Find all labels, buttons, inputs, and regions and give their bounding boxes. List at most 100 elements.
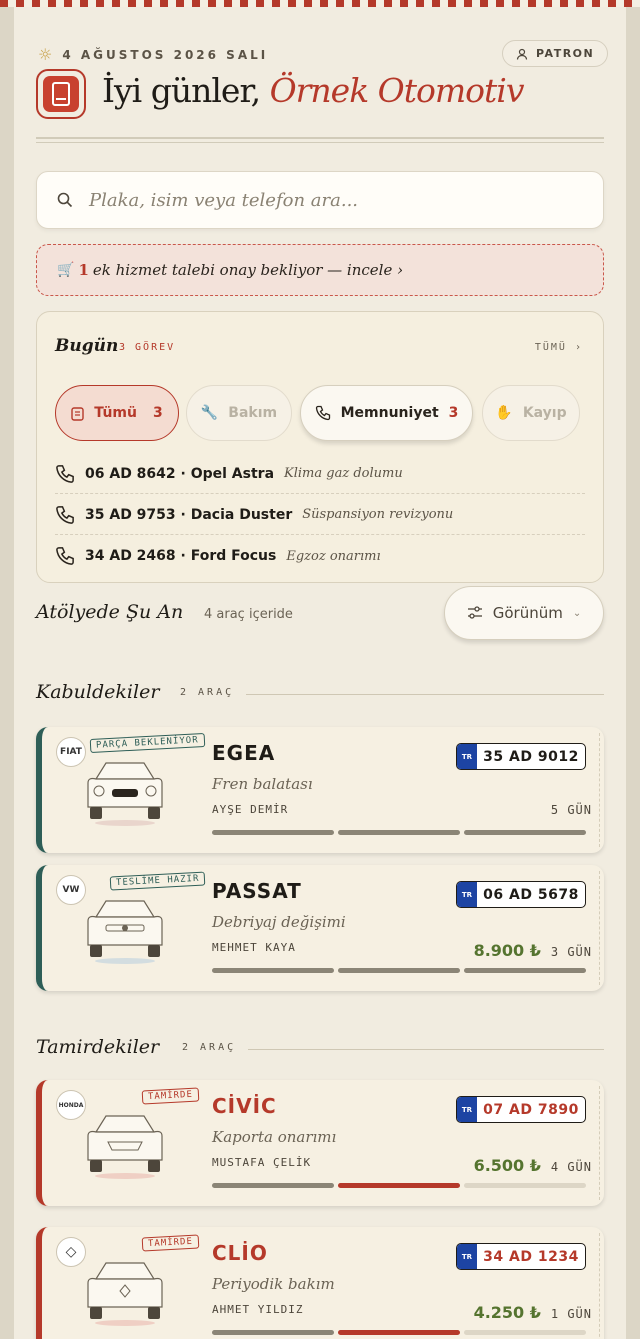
chevron-down-icon: ⌄ <box>572 607 582 619</box>
role-badge[interactable]: PATRON <box>502 40 609 67</box>
role-label: PATRON <box>536 47 595 60</box>
vehicle-price: 8.900 ₺ <box>473 941 541 960</box>
page: ☼ 4 AĞUSTOS 2026 SALI PATRON İyi günler,… <box>14 7 626 1339</box>
plate-number: 07 AD 7890 <box>483 1101 579 1118</box>
progress-bar <box>212 1330 586 1335</box>
progress-bar <box>212 830 586 835</box>
workshop-title: Atölyede Şu An <box>36 601 184 623</box>
vehicle-days: 3 GÜN <box>550 945 592 959</box>
sliders-icon <box>467 606 482 619</box>
filter-all-label: Tümü <box>94 405 137 421</box>
car-illustration-icon <box>87 1115 163 1179</box>
filter-satisfaction-count: 3 <box>448 405 459 421</box>
progress-bar <box>212 968 586 973</box>
task-row[interactable]: 35 AD 9753 · Dacia Duster Süspansiyon re… <box>55 495 585 535</box>
task-row[interactable]: 34 AD 2468 · Ford Focus Egzoz onarımı <box>55 536 585 576</box>
date-text: 4 AĞUSTOS 2026 SALI <box>62 47 269 62</box>
task-plate-car: 06 AD 8642 · Opel Astra <box>85 465 275 482</box>
vehicle-card[interactable]: ◇ TAMİRDE CLİO Periyodik bakım AHMET YIL… <box>36 1227 604 1339</box>
pending-request-alert[interactable]: 🛒 1 ek hizmet talebi onay bekliyor — inc… <box>36 244 604 296</box>
section-count: 2 ARAÇ <box>180 687 235 698</box>
vehicle-card[interactable]: VW TESLİME HAZIR PASSAT Debriyaj değişim… <box>36 865 604 991</box>
filter-all[interactable]: Tümü 3 <box>55 385 179 441</box>
greeting: İyi günler, Örnek Otomotiv <box>102 71 525 110</box>
vehicle-owner: MUSTAFA ÇELİK <box>212 1156 312 1169</box>
date-row: ☼ 4 AĞUSTOS 2026 SALI <box>38 45 268 64</box>
plate-country: TR <box>457 882 477 907</box>
section-divider <box>246 694 604 695</box>
car-illustration-icon <box>87 1262 163 1326</box>
header-divider <box>36 137 604 143</box>
task-desc: Süspansiyon revizyonu <box>302 507 454 522</box>
section-divider <box>248 1049 604 1050</box>
filter-maintenance-label: Bakım <box>228 405 278 421</box>
phone-icon <box>56 547 74 565</box>
vehicle-owner: AHMET YILDIZ <box>212 1303 304 1316</box>
vehicle-job: Fren balatası <box>212 775 313 793</box>
search-bar[interactable]: Plaka, isim veya telefon ara... <box>36 171 604 229</box>
filter-satisfaction[interactable]: Memnuniyet 3 <box>300 385 473 441</box>
search-input[interactable]: Plaka, isim veya telefon ara... <box>89 190 358 211</box>
today-all-link[interactable]: TÜMÜ › <box>535 342 583 353</box>
plate-country: TR <box>457 1097 477 1122</box>
status-stamp: TAMİRDE <box>141 1234 200 1252</box>
task-desc: Egzoz onarımı <box>286 548 381 564</box>
vehicle-card[interactable]: FIAT PARÇA BEKLENİYOR EGEA Fren balatası… <box>36 727 604 853</box>
top-stripe <box>0 0 640 7</box>
phone-icon <box>56 505 74 524</box>
business-name: Örnek Otomotiv <box>269 71 525 110</box>
license-plate: TR 35 AD 9012 <box>456 743 586 770</box>
license-plate: TR 34 AD 1234 <box>456 1243 586 1270</box>
phone-icon <box>315 405 330 421</box>
cart-icon: 🛒 <box>57 262 75 278</box>
filter-satisfaction-label: Memnuniyet <box>340 405 439 421</box>
sun-icon: ☼ <box>38 45 53 64</box>
clipboard-icon <box>71 406 84 421</box>
vehicle-days: 4 GÜN <box>550 1160 592 1174</box>
vehicle-days: 5 GÜN <box>550 803 592 817</box>
license-plate: TR 06 AD 5678 <box>456 881 586 908</box>
plate-number: 35 AD 9012 <box>483 748 579 765</box>
phone-icon <box>56 464 74 483</box>
task-desc: Klima gaz dolumu <box>284 466 403 481</box>
plate-number: 06 AD 5678 <box>483 886 579 903</box>
vehicle-owner: MEHMET KAYA <box>212 941 296 954</box>
book-icon <box>52 82 70 106</box>
vehicle-job: Debriyaj değişimi <box>212 913 346 931</box>
view-button-label: Görünüm <box>492 604 563 622</box>
vehicle-model: CLİO <box>212 1241 268 1265</box>
vehicle-job: Periyodik bakım <box>212 1275 335 1293</box>
vehicle-card[interactable]: HONDA TAMİRDE CİVİC Kaporta onarımı MUST… <box>36 1080 604 1206</box>
section-count: 2 ARAÇ <box>182 1042 237 1053</box>
vehicle-owner: AYŞE DEMİR <box>212 803 289 816</box>
plate-number: 34 AD 1234 <box>483 1248 579 1265</box>
plate-country: TR <box>457 1244 477 1269</box>
wrench-icon: 🔧 <box>200 405 219 421</box>
car-illustration-icon <box>87 762 163 826</box>
today-card: Bugün 3 GÖREV TÜMÜ › Tümü 3 🔧 Bakım Memn… <box>36 311 604 583</box>
plate-country: TR <box>457 744 477 769</box>
task-row[interactable]: 06 AD 8642 · Opel Astra Klima gaz dolumu <box>55 454 585 494</box>
filter-lost-label: Kayıp <box>522 405 567 421</box>
progress-bar <box>212 1183 586 1188</box>
status-stamp: TAMİRDE <box>141 1087 200 1105</box>
section-title: Tamirdekiler <box>36 1036 160 1058</box>
workshop-count: 4 araç içeride <box>204 607 293 622</box>
view-button[interactable]: Görünüm ⌄ <box>444 586 604 640</box>
status-stamp: TESLİME HAZIR <box>109 871 206 891</box>
search-icon <box>57 192 73 208</box>
filter-lost[interactable]: ✋ Kayıp <box>482 385 580 441</box>
app-logo <box>36 69 86 119</box>
hand-icon: ✋ <box>495 405 513 421</box>
vehicle-model: EGEA <box>212 741 276 765</box>
section-title: Kabuldekiler <box>36 681 160 703</box>
license-plate: TR 07 AD 7890 <box>456 1096 586 1123</box>
today-title: Bugün <box>55 336 119 356</box>
task-plate-car: 34 AD 2468 · Ford Focus <box>85 548 277 564</box>
car-illustration-icon <box>87 900 163 964</box>
vehicle-model: PASSAT <box>212 879 302 903</box>
vehicle-price: 6.500 ₺ <box>473 1156 541 1175</box>
status-stamp: PARÇA BEKLENİYOR <box>89 733 205 753</box>
filter-maintenance[interactable]: 🔧 Bakım <box>186 385 292 441</box>
task-plate-car: 35 AD 9753 · Dacia Duster <box>85 506 293 523</box>
